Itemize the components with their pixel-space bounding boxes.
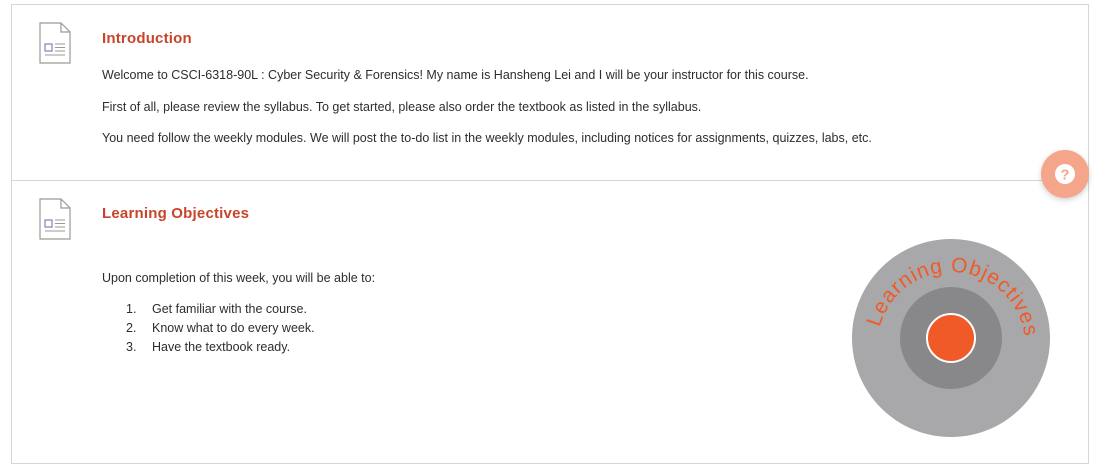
intro-paragraph-syllabus: First of all, please review the syllabus… <box>102 100 702 114</box>
list-item-number: 1. <box>126 302 137 316</box>
list-item-text: Know what to do every week. <box>152 321 315 335</box>
list-item: 1. Get familiar with the course. <box>126 300 315 319</box>
objectives-list: 1. Get familiar with the course. 2. Know w… <box>126 300 315 357</box>
help-button[interactable]: ? <box>1041 150 1089 198</box>
learning-objectives-section: Learning Objectives Upon completion of t… <box>12 181 1088 465</box>
bullseye-center <box>926 313 976 363</box>
list-item: 2. Know what to do every week. <box>126 319 315 338</box>
svg-text:?: ? <box>1060 167 1069 184</box>
question-icon: ? <box>1055 164 1075 184</box>
list-item-text: Have the textbook ready. <box>152 340 291 354</box>
introduction-title: Introduction <box>102 30 192 47</box>
list-item-number: 3. <box>126 340 137 354</box>
objectives-intro-text: Upon completion of this week, you will b… <box>102 271 376 285</box>
list-item-text: Get familiar with the course. <box>152 302 307 316</box>
learning-objectives-title: Learning Objectives <box>102 205 250 222</box>
document-icon <box>39 22 71 64</box>
learning-objectives-target-graphic: Learning Objectives <box>852 239 1050 437</box>
document-icon <box>39 198 71 240</box>
list-item-number: 2. <box>126 321 137 335</box>
list-item: 3. Have the textbook ready. <box>126 338 315 357</box>
intro-paragraph-welcome: Welcome to CSCI-6318-90L : Cyber Securit… <box>102 68 809 82</box>
intro-paragraph-modules: You need follow the weekly modules. We w… <box>102 131 872 145</box>
content-frame: Introduction Welcome to CSCI-6318-90L : … <box>11 4 1089 464</box>
introduction-section: Introduction Welcome to CSCI-6318-90L : … <box>12 5 1088 181</box>
